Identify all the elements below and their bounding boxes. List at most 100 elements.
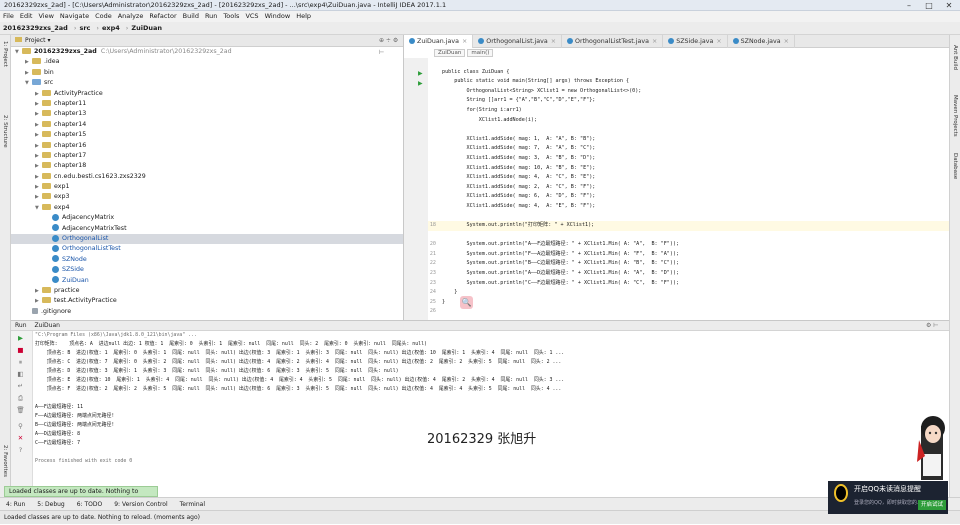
tree-item[interactable]: ▶ cn.edu.besti.cs1623.zxs2329 bbox=[11, 172, 403, 182]
tree-item[interactable]: ▶ exp3 bbox=[11, 192, 403, 202]
run-main-gutter-icon[interactable]: ▶ bbox=[418, 80, 423, 87]
chevron-right-icon[interactable]: ▶ bbox=[35, 141, 42, 151]
tree-item[interactable]: OrthogonalListTest bbox=[11, 244, 403, 254]
tree-item[interactable]: .gitignore bbox=[11, 307, 403, 317]
chevron-right-icon[interactable]: ▶ bbox=[35, 296, 42, 306]
soft-wrap-icon[interactable]: ↵ bbox=[16, 383, 25, 390]
tree-item[interactable]: ▶ bin bbox=[11, 68, 403, 78]
chevron-right-icon[interactable]: ▶ bbox=[35, 109, 42, 119]
qq-notification-popup[interactable]: 开启QQ未读消息提醒 登录您的QQ，即时获取您的... 开启试试 bbox=[828, 481, 948, 514]
chevron-right-icon[interactable]: ▶ bbox=[35, 120, 42, 130]
chevron-right-icon[interactable]: ▶ bbox=[35, 192, 42, 202]
pin-icon[interactable]: ⚲ bbox=[16, 423, 25, 430]
breadcrumb-item[interactable]: ZuiDuan bbox=[128, 22, 168, 35]
tree-item[interactable]: ZuiDuan bbox=[11, 276, 403, 286]
console-output[interactable]: "C:\Program Files (x86)\Java\jdk1.8.0_12… bbox=[35, 331, 949, 498]
menu-item-vcs[interactable]: VCS bbox=[242, 11, 261, 22]
tree-item[interactable]: SZNode bbox=[11, 255, 403, 265]
search-icon[interactable]: 🔍 bbox=[460, 296, 473, 309]
code-editor[interactable]: public class ZuiDuan { public static voi… bbox=[428, 58, 949, 320]
tree-item[interactable]: OrthogonalList bbox=[11, 234, 403, 245]
tree-item[interactable]: ▶ chapter15 bbox=[11, 130, 403, 140]
help-icon[interactable]: ? bbox=[16, 447, 25, 454]
chevron-right-icon[interactable]: ▶ bbox=[35, 182, 42, 192]
run-panel-settings-icon[interactable]: ⚙ ⊢ bbox=[926, 321, 939, 331]
close-tab-icon[interactable]: × bbox=[716, 38, 721, 45]
chevron-right-icon[interactable]: ▶ bbox=[35, 161, 42, 171]
tree-item[interactable]: ▶ chapter13 bbox=[11, 109, 403, 119]
menu-item-edit[interactable]: Edit bbox=[17, 11, 36, 22]
tree-item[interactable]: ▶ exp1 bbox=[11, 182, 403, 192]
breadcrumb-item[interactable]: src bbox=[76, 22, 96, 35]
stop-icon[interactable]: ■ bbox=[16, 347, 25, 354]
reload-notification[interactable]: Loaded classes are up to date. Nothing t… bbox=[4, 486, 158, 505]
tree-item[interactable]: ▶ chapter16 bbox=[11, 141, 403, 151]
tree-item[interactable]: ▼ src bbox=[11, 78, 403, 88]
editor-tab[interactable]: OrthogonalList.java × bbox=[473, 35, 563, 48]
menu-item-refactor[interactable]: Refactor bbox=[146, 11, 179, 22]
close-tab-icon[interactable]: × bbox=[652, 38, 657, 45]
chevron-right-icon[interactable]: ▶ bbox=[35, 172, 42, 182]
tree-item[interactable]: ▶ chapter17 bbox=[11, 151, 403, 161]
tree-item[interactable]: ▶ chapter11 bbox=[11, 99, 403, 109]
restore-layout-icon[interactable]: ◧ bbox=[16, 371, 25, 378]
menu-item-file[interactable]: File bbox=[0, 11, 17, 22]
chevron-right-icon[interactable]: ▶ bbox=[25, 57, 32, 67]
menu-item-analyze[interactable]: Analyze bbox=[115, 11, 147, 22]
close-tab-icon[interactable]: × bbox=[784, 38, 789, 45]
tree-item[interactable]: AdjacencyMatrix bbox=[11, 213, 403, 223]
ant-build-tab[interactable]: Ant Build bbox=[952, 45, 958, 70]
editor-tab[interactable]: ZuiDuan.java × bbox=[404, 35, 474, 48]
close-button[interactable]: ✕ bbox=[940, 0, 958, 11]
editor-tab[interactable]: SZNode.java × bbox=[728, 35, 795, 48]
menu-item-run[interactable]: Run bbox=[202, 11, 220, 22]
structure-tool-tab[interactable]: 2: Structure bbox=[2, 115, 8, 148]
chevron-down-icon[interactable]: ▼ bbox=[25, 78, 32, 88]
project-panel-title[interactable]: Project bbox=[25, 37, 46, 44]
tree-item[interactable]: ▶ ActivityPractice bbox=[11, 89, 403, 99]
tree-item[interactable]: ▼ 20162329zxs_2ad C:\Users\Administrator\2… bbox=[11, 47, 403, 57]
menu-item-view[interactable]: View bbox=[35, 11, 56, 22]
chevron-right-icon[interactable]: ▶ bbox=[35, 89, 42, 99]
editor-tab[interactable]: SZSide.java × bbox=[663, 35, 728, 48]
run-config-tab[interactable]: ZuiDuan bbox=[34, 322, 59, 329]
chevron-right-icon[interactable]: ▶ bbox=[35, 151, 42, 161]
favorites-tool-tab[interactable]: 2: Favorites bbox=[2, 445, 8, 477]
tree-item[interactable]: ▶ practice bbox=[11, 286, 403, 296]
minimize-button[interactable]: – bbox=[900, 0, 918, 11]
chevron-right-icon[interactable]: ▶ bbox=[35, 286, 42, 296]
method-crumb[interactable]: main() bbox=[467, 49, 494, 57]
project-tool-tab[interactable]: 1: Project bbox=[2, 41, 8, 67]
breadcrumb-item[interactable]: 20162329zxs_2ad bbox=[0, 22, 74, 35]
tree-item[interactable]: ▶ test.ActivityPractice bbox=[11, 296, 403, 306]
tree-item[interactable]: ▶ .idea bbox=[11, 57, 403, 67]
chevron-right-icon[interactable]: ▶ bbox=[25, 68, 32, 78]
chevron-down-icon[interactable]: ▼ bbox=[15, 47, 22, 57]
database-tab[interactable]: Database bbox=[952, 153, 958, 179]
trash-icon[interactable]: 🗑 bbox=[16, 407, 25, 414]
close-tab-icon[interactable]: × bbox=[462, 38, 467, 45]
qq-try-button[interactable]: 开启试试 bbox=[918, 500, 946, 510]
menu-item-tools[interactable]: Tools bbox=[220, 11, 242, 22]
maven-projects-tab[interactable]: Maven Projects bbox=[952, 95, 958, 137]
chevron-down-icon[interactable]: ▼ bbox=[35, 203, 42, 213]
breadcrumb-item[interactable]: exp4 bbox=[99, 22, 126, 35]
editor-tab[interactable]: OrthogonalListTest.java × bbox=[562, 35, 664, 48]
class-crumb[interactable]: ZuiDuan bbox=[434, 49, 466, 57]
tree-item[interactable]: SZSide bbox=[11, 265, 403, 275]
tree-item[interactable]: ▼ exp4 bbox=[11, 203, 403, 213]
menu-item-code[interactable]: Code bbox=[92, 11, 115, 22]
print-icon[interactable]: ⎙ bbox=[16, 395, 25, 402]
menu-item-navigate[interactable]: Navigate bbox=[57, 11, 92, 22]
chevron-right-icon[interactable]: ▶ bbox=[35, 99, 42, 109]
close-run-icon[interactable]: ✕ bbox=[16, 435, 25, 442]
tree-item[interactable]: ▶ chapter14 bbox=[11, 120, 403, 130]
chevron-right-icon[interactable]: ▶ bbox=[35, 130, 42, 140]
tree-item[interactable]: ▶ chapter18 bbox=[11, 161, 403, 171]
menu-item-window[interactable]: Window bbox=[262, 11, 294, 22]
pause-icon[interactable]: ⏸ bbox=[16, 359, 25, 366]
menu-item-build[interactable]: Build bbox=[180, 11, 202, 22]
run-class-gutter-icon[interactable]: ▶ bbox=[418, 70, 423, 77]
rerun-icon[interactable]: ▶ bbox=[16, 335, 25, 342]
close-tab-icon[interactable]: × bbox=[551, 38, 556, 45]
